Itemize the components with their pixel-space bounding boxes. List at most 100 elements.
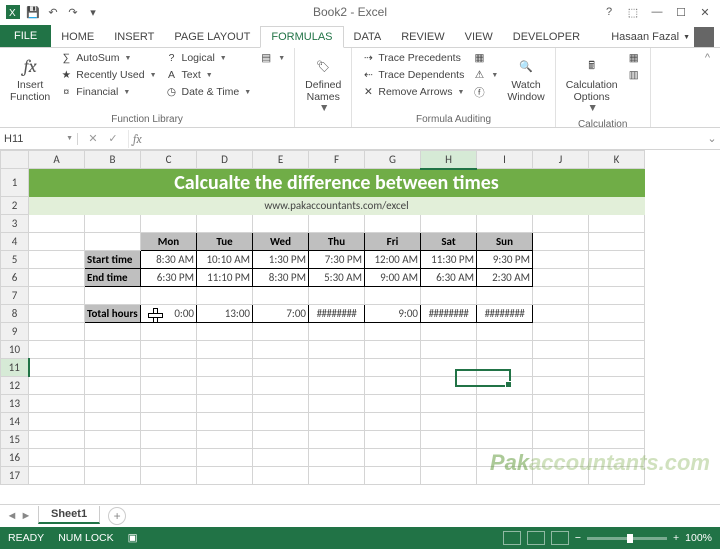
cancel-formula-icon[interactable]: ✕	[84, 130, 102, 148]
trace-dependents-button[interactable]: ⇠Trace Dependents	[358, 67, 467, 83]
date-time-button[interactable]: ◷Date & Time▼	[162, 84, 255, 100]
name-box[interactable]: H11 ▼	[0, 133, 78, 145]
banner-cell[interactable]: Calcualte the difference between times	[29, 169, 645, 197]
remove-arrows-icon: ✕	[361, 85, 375, 99]
autosum-button[interactable]: ∑AutoSum▼	[56, 50, 159, 66]
col-header[interactable]: C	[141, 151, 197, 169]
svg-text:X: X	[9, 8, 16, 19]
macro-record-icon[interactable]: ▣	[128, 532, 138, 544]
qat-dropdown-icon[interactable]: ▾	[84, 3, 102, 21]
trace-prec-icon: ⇢	[361, 51, 375, 65]
tab-page-layout[interactable]: PAGE LAYOUT	[164, 27, 260, 47]
add-sheet-button[interactable]: +	[108, 507, 126, 525]
text-icon: A	[165, 68, 179, 82]
zoom-in-icon[interactable]: +	[673, 532, 679, 544]
tab-home[interactable]: HOME	[51, 27, 104, 47]
logical-button[interactable]: ?Logical▼	[162, 50, 255, 66]
calc-sheet-icon: ▥	[627, 68, 641, 82]
excel-icon[interactable]: X	[4, 3, 22, 21]
book-icon: ▤	[259, 51, 273, 65]
clock-icon: ◷	[165, 85, 179, 99]
status-ready: READY	[8, 532, 44, 544]
enter-formula-icon[interactable]: ✓	[104, 130, 122, 148]
recently-used-button[interactable]: ★Recently Used▼	[56, 67, 159, 83]
page-layout-view-icon[interactable]	[527, 531, 545, 545]
col-header[interactable]: H	[421, 151, 477, 169]
maximize-icon[interactable]: ☐	[670, 3, 692, 21]
subbanner-cell[interactable]: www.pakaccountants.com/excel	[29, 197, 645, 215]
text-button[interactable]: AText▼	[162, 67, 255, 83]
minimize-icon[interactable]: —	[646, 3, 668, 21]
more-functions-button[interactable]: ▤▼	[256, 50, 288, 66]
col-header[interactable]: E	[253, 151, 309, 169]
col-header[interactable]: B	[85, 151, 141, 169]
trace-precedents-button[interactable]: ⇢Trace Precedents	[358, 50, 467, 66]
col-header[interactable]: A	[29, 151, 85, 169]
redo-icon[interactable]: ↷	[64, 3, 82, 21]
fx-icon[interactable]: fx	[129, 132, 142, 146]
col-header[interactable]: F	[309, 151, 365, 169]
status-numlock: NUM LOCK	[58, 532, 113, 544]
col-header[interactable]: K	[589, 151, 645, 169]
formula-bar: H11 ▼ ✕ ✓ fx ⌄	[0, 128, 720, 150]
sigma-icon: ∑	[59, 51, 73, 65]
insert-function-button[interactable]: fx Insert Function	[6, 50, 54, 105]
avatar	[694, 27, 714, 47]
quick-access-toolbar: X 💾 ↶ ↷ ▾	[4, 3, 102, 21]
defined-names-button[interactable]: 🏷 Defined Names ▼	[301, 50, 345, 117]
tab-insert[interactable]: INSERT	[104, 27, 164, 47]
financial-button[interactable]: ¤Financial▼	[56, 84, 159, 100]
sheet-next-icon[interactable]: ►	[20, 510, 32, 522]
user-name: Hasaan Fazal	[611, 31, 679, 43]
calculate-sheet-button[interactable]: ▥	[624, 67, 644, 83]
zoom-level[interactable]: 100%	[685, 532, 712, 544]
error-checking-button[interactable]: ⚠▼	[469, 67, 501, 83]
fx-icon: fx	[16, 52, 44, 80]
tab-developer[interactable]: DEVELOPER	[503, 27, 590, 47]
tab-review[interactable]: REVIEW	[391, 27, 454, 47]
title-bar: X 💾 ↶ ↷ ▾ Book2 - Excel ? ⬚ — ☐ ✕	[0, 0, 720, 24]
save-icon[interactable]: 💾	[24, 3, 42, 21]
tag-icon: 🏷	[309, 52, 337, 80]
page-break-view-icon[interactable]	[551, 531, 569, 545]
group-formula-auditing: ⇢Trace Precedents ⇠Trace Dependents ✕Rem…	[352, 48, 555, 127]
evaluate-formula-button[interactable]: ⓕ	[469, 84, 501, 100]
tab-data[interactable]: DATA	[344, 27, 392, 47]
sheet-tab[interactable]: Sheet1	[38, 506, 100, 524]
help-icon[interactable]: ?	[598, 3, 620, 21]
tab-view[interactable]: VIEW	[455, 27, 503, 47]
remove-arrows-button[interactable]: ✕Remove Arrows▼	[358, 84, 467, 100]
trace-dep-icon: ⇠	[361, 68, 375, 82]
tab-file[interactable]: FILE	[0, 25, 51, 47]
undo-icon[interactable]: ↶	[44, 3, 62, 21]
col-header[interactable]: G	[365, 151, 421, 169]
user-account[interactable]: Hasaan Fazal ▼	[611, 27, 720, 47]
calculation-options-button[interactable]: 🖩 Calculation Options ▼	[562, 50, 622, 117]
row-header[interactable]: 1	[1, 169, 29, 197]
normal-view-icon[interactable]	[503, 531, 521, 545]
col-header[interactable]: J	[533, 151, 589, 169]
calculate-now-button[interactable]: ▦	[624, 50, 644, 66]
collapse-ribbon-icon[interactable]: ^	[657, 50, 714, 66]
sheet-prev-icon[interactable]: ◄	[6, 510, 18, 522]
show-formulas-icon: ▦	[472, 51, 486, 65]
status-bar: READY NUM LOCK ▣ − + 100%	[0, 527, 720, 549]
expand-formula-bar-icon[interactable]: ⌄	[704, 132, 720, 145]
group-function-library: fx Insert Function ∑AutoSum▼ ★Recently U…	[0, 48, 295, 127]
error-check-icon: ⚠	[472, 68, 486, 82]
spreadsheet-grid[interactable]: A B C D E F G H I J K 1 Calcualte the di…	[0, 150, 720, 505]
close-icon[interactable]: ✕	[694, 3, 716, 21]
show-formulas-button[interactable]: ▦	[469, 50, 501, 66]
col-header[interactable]: D	[197, 151, 253, 169]
sheet-tabs: ◄ ► Sheet1 +	[0, 505, 720, 527]
group-calculation: 🖩 Calculation Options ▼ ▦ ▥ Calculation	[556, 48, 651, 127]
tab-formulas[interactable]: FORMULAS	[260, 26, 343, 48]
zoom-out-icon[interactable]: −	[575, 532, 581, 544]
chevron-down-icon: ▼	[683, 34, 690, 41]
select-all-corner[interactable]	[1, 151, 29, 169]
zoom-slider[interactable]	[587, 537, 667, 540]
row-header[interactable]: 2	[1, 197, 29, 215]
ribbon-options-icon[interactable]: ⬚	[622, 3, 644, 21]
watch-window-button[interactable]: 🔍 Watch Window	[503, 50, 548, 105]
col-header[interactable]: I	[477, 151, 533, 169]
